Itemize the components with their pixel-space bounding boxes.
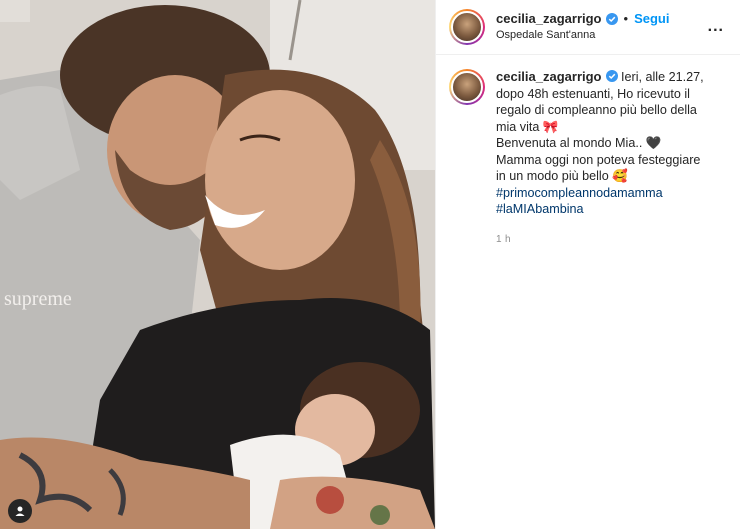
caption-verified-badge-icon bbox=[605, 70, 618, 82]
photo-illustration: supreme bbox=[0, 0, 435, 529]
caption-text: cecilia_zagarrigo Ieri, alle 21.27, dopo… bbox=[496, 69, 727, 248]
caption-username[interactable]: cecilia_zagarrigo bbox=[496, 69, 602, 84]
caption-line-3: regalo di compleanno più bello della bbox=[496, 103, 697, 117]
verified-badge-icon bbox=[605, 13, 618, 26]
header-username[interactable]: cecilia_zagarrigo bbox=[496, 11, 602, 27]
caption-line-7: in un modo più bello 🥰 bbox=[496, 169, 628, 183]
caption-block: cecilia_zagarrigo Ieri, alle 21.27, dopo… bbox=[436, 55, 740, 248]
hashtag-link-1[interactable]: #primocompleannodamamma bbox=[496, 185, 727, 202]
more-options-icon[interactable]: ... bbox=[708, 18, 724, 36]
caption-line-6: Mamma oggi non poteva festeggiare bbox=[496, 152, 701, 167]
shirt-text: supreme bbox=[4, 288, 72, 310]
location-link[interactable]: Ospedale Sant'anna bbox=[496, 29, 669, 43]
post-timestamp[interactable]: 1 h bbox=[496, 232, 727, 249]
caption-line-5: Benvenuta al mondo Mia.. 🖤 bbox=[496, 136, 662, 150]
hashtag-link-2[interactable]: #laMIAbambina bbox=[496, 201, 727, 218]
avatar[interactable] bbox=[449, 9, 485, 45]
post-photo[interactable]: supreme bbox=[0, 0, 435, 529]
follow-button[interactable]: Segui bbox=[634, 11, 669, 27]
caption-line-2: dopo 48h estenuanti, Ho ricevuto il bbox=[496, 86, 690, 101]
caption-line-4: mia vita 🎀 bbox=[496, 119, 559, 134]
post-header: cecilia_zagarrigo • Segui Ospedale Sant'… bbox=[436, 0, 740, 55]
caption-avatar[interactable] bbox=[449, 69, 485, 105]
header-separator: • bbox=[623, 11, 629, 26]
caption-line-1: Ieri, alle 21.27, bbox=[621, 70, 704, 84]
tagged-users-icon[interactable] bbox=[8, 499, 32, 523]
post-side-panel: cecilia_zagarrigo • Segui Ospedale Sant'… bbox=[435, 0, 740, 529]
image-corner-overlay bbox=[0, 0, 30, 22]
